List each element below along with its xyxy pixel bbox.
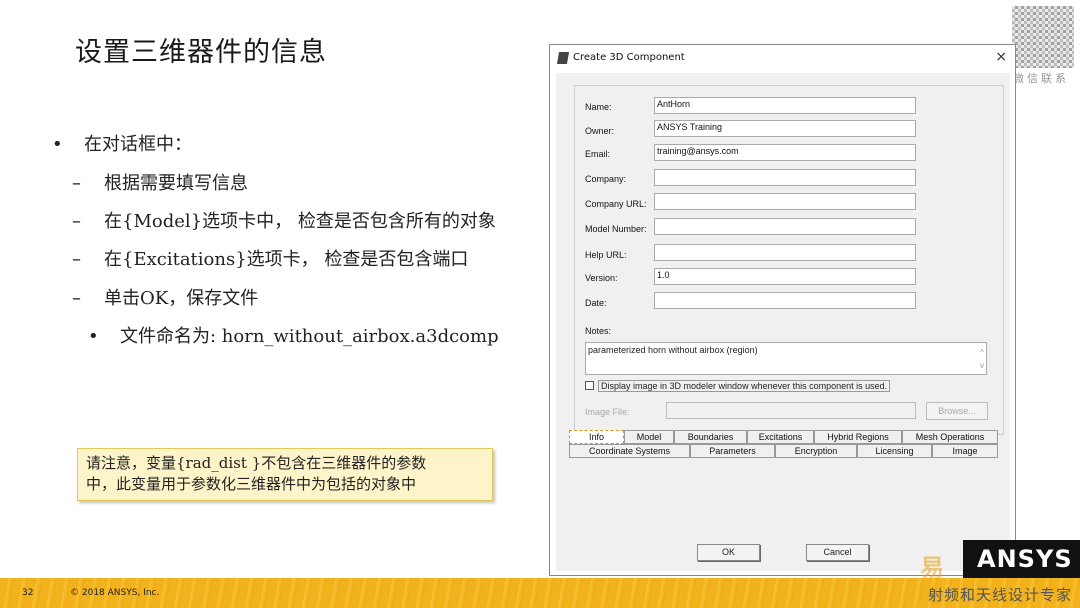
version-field[interactable]: 1.0: [654, 268, 916, 285]
tab-model[interactable]: Model: [624, 430, 674, 444]
footer-bar: 32 © 2018 ANSYS, Inc.: [0, 578, 1080, 608]
company-label: Company:: [585, 174, 627, 184]
notes-scrollbar[interactable]: ^ v: [980, 346, 984, 372]
tab-coordinate-systems[interactable]: Coordinate Systems: [569, 444, 690, 458]
bullet-item: – 在{Excitations}选项卡， 检查是否包含端口: [72, 249, 469, 270]
date-field[interactable]: [654, 292, 916, 309]
name-label: Name:: [585, 102, 612, 112]
model-number-label: Model Number:: [585, 224, 647, 234]
tab-parameters[interactable]: Parameters: [690, 444, 775, 458]
cancel-button[interactable]: Cancel: [806, 544, 869, 561]
dialog-body: Name: AntHorn Owner: ANSYS Training Emai…: [556, 73, 1010, 571]
bullet-item: – 在{Model}选项卡中， 检查是否包含所有的对象: [72, 211, 496, 232]
note-line: 请注意，变量{rad_dist }不包含在三维器件的参数: [86, 454, 427, 472]
display-image-checkbox-row[interactable]: Display image in 3D modeler window whene…: [585, 380, 891, 392]
qr-code: [1012, 6, 1074, 68]
owner-field[interactable]: ANSYS Training: [654, 120, 916, 137]
browse-button[interactable]: Browse...: [926, 402, 988, 420]
watermark-mark: 易: [920, 554, 944, 582]
company-url-label: Company URL:: [585, 199, 647, 209]
version-label: Version:: [585, 273, 618, 283]
email-label: Email:: [585, 149, 611, 159]
company-field[interactable]: [654, 169, 916, 186]
bullet-item: • 在对话框中：: [52, 134, 192, 155]
ansys-logo: ANSYS: [963, 540, 1080, 578]
tab-encryption[interactable]: Encryption: [775, 444, 857, 458]
tab-hybrid-regions[interactable]: Hybrid Regions: [814, 430, 902, 444]
name-field[interactable]: AntHorn: [654, 97, 916, 114]
email-field[interactable]: training@ansys.com: [654, 144, 916, 161]
component-icon: [556, 52, 570, 64]
help-url-label: Help URL:: [585, 250, 627, 260]
ok-button[interactable]: OK: [697, 544, 760, 561]
info-panel: Name: AntHorn Owner: ANSYS Training Emai…: [574, 85, 1004, 435]
create-3d-component-dialog: Create 3D Component × Name: AntHorn Owne…: [549, 44, 1016, 576]
tab-mesh-operations[interactable]: Mesh Operations: [902, 430, 998, 444]
owner-label: Owner:: [585, 126, 615, 136]
help-url-field[interactable]: [654, 244, 916, 261]
slide-title: 设置三维器件的信息: [75, 37, 327, 68]
dialog-title: Create 3D Component: [573, 52, 685, 63]
display-image-checkbox[interactable]: [585, 381, 594, 390]
image-file-label: Image File:: [585, 407, 630, 417]
qr-caption: 微信联系: [1013, 72, 1069, 85]
tab-licensing[interactable]: Licensing: [857, 444, 932, 458]
tab-info[interactable]: Info: [569, 430, 624, 444]
dialog-titlebar[interactable]: Create 3D Component ×: [550, 45, 1015, 71]
note-callout: 请注意，变量{rad_dist }不包含在三维器件的参数 中，此变量用于参数化三…: [77, 448, 493, 501]
note-line: 中，此变量用于参数化三维器件中为包括的对象中: [86, 475, 417, 493]
tab-image[interactable]: Image: [932, 444, 998, 458]
display-image-label: Display image in 3D modeler window whene…: [598, 380, 891, 392]
notes-field[interactable]: parameterized horn without airbox (regio…: [585, 342, 987, 375]
bullet-item: • 文件命名为: horn_without_airbox.a3dcomp: [88, 326, 499, 347]
model-number-field[interactable]: [654, 218, 916, 235]
bullet-item: – 根据需要填写信息: [72, 173, 248, 194]
bullet-item: – 单击OK，保存文件: [72, 288, 259, 309]
tab-excitations[interactable]: Excitations: [747, 430, 814, 444]
close-icon[interactable]: ×: [995, 49, 1007, 65]
date-label: Date:: [585, 298, 607, 308]
page-number: 32: [22, 588, 34, 598]
image-file-field[interactable]: [666, 402, 916, 419]
notes-text: parameterized horn without airbox (regio…: [588, 345, 758, 355]
copyright: © 2018 ANSYS, Inc.: [70, 588, 160, 598]
watermark-text: 射频和天线设计专家: [927, 586, 1072, 604]
company-url-field[interactable]: [654, 193, 916, 210]
tab-boundaries[interactable]: Boundaries: [674, 430, 747, 444]
notes-label: Notes:: [585, 326, 612, 336]
